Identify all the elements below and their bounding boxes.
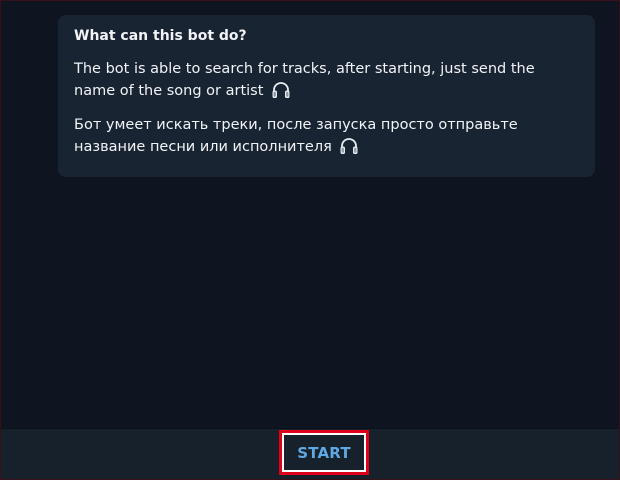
chat-area: What can this bot do? The bot is able to… [1, 1, 619, 430]
start-button[interactable]: START [284, 435, 364, 470]
start-button-highlight: START [279, 430, 369, 475]
chat-window: What can this bot do? The bot is able to… [0, 0, 620, 480]
bot-info-title: What can this bot do? [74, 28, 247, 44]
headphones-icon [340, 138, 358, 154]
headphones-icon [272, 82, 290, 98]
bot-info-card: What can this bot do? The bot is able to… [58, 15, 595, 177]
bot-description-en: The bot is able to search for tracks, af… [74, 58, 579, 102]
bot-description-en-text: The bot is able to search for tracks, af… [74, 61, 535, 99]
bot-description-ru: Бот умеет искать треки, после запуска пр… [74, 114, 579, 158]
bot-description-ru-text: Бот умеет искать треки, после запуска пр… [74, 117, 518, 155]
bottom-bar: START [1, 428, 619, 479]
